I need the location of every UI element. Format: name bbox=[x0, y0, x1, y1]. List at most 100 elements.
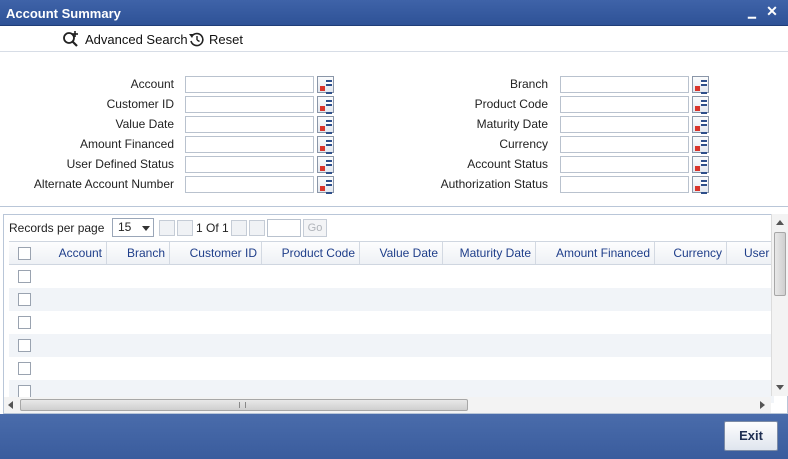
table-row[interactable] bbox=[9, 311, 774, 334]
alternate-account-number-input[interactable] bbox=[185, 176, 314, 193]
column-header-value-date[interactable]: Value Date bbox=[360, 242, 443, 264]
scroll-down-icon[interactable] bbox=[776, 385, 784, 390]
field-row-currency: Currency bbox=[340, 135, 548, 153]
account-status-lov-icon[interactable] bbox=[692, 156, 709, 174]
field-row-account-status: Account Status bbox=[340, 155, 548, 173]
column-header-product-code[interactable]: Product Code bbox=[262, 242, 360, 264]
customer-id-lov-icon[interactable] bbox=[317, 96, 334, 114]
table-row[interactable] bbox=[9, 357, 774, 380]
page-indicator: 1 Of 1 bbox=[196, 221, 229, 235]
field-label: Amount Financed bbox=[79, 137, 174, 151]
reset-button[interactable]: Reset bbox=[188, 30, 243, 48]
table-row[interactable] bbox=[9, 288, 774, 311]
account-status-input[interactable] bbox=[560, 156, 689, 173]
field-label: User Defined Status bbox=[66, 157, 174, 171]
field-label: Maturity Date bbox=[476, 117, 548, 131]
records-per-page-value: 15 bbox=[118, 220, 132, 234]
advanced-search-label: Advanced Search bbox=[85, 31, 188, 47]
page-number-input[interactable] bbox=[267, 219, 301, 237]
toolbar: Advanced Search Reset bbox=[0, 26, 788, 52]
table-row[interactable] bbox=[9, 265, 774, 288]
horizontal-scrollbar[interactable] bbox=[4, 397, 771, 413]
currency-lov-icon[interactable] bbox=[692, 136, 709, 154]
exit-button[interactable]: Exit bbox=[724, 421, 778, 451]
user-defined-status-input[interactable] bbox=[185, 156, 314, 173]
records-per-page-select[interactable]: 15 bbox=[112, 218, 154, 237]
row-checkbox[interactable] bbox=[18, 270, 31, 283]
select-all-checkbox[interactable] bbox=[18, 247, 31, 260]
column-header-user[interactable]: User bbox=[727, 242, 774, 264]
amount-financed-lov-icon[interactable] bbox=[317, 136, 334, 154]
undo-arrow-icon bbox=[188, 31, 204, 47]
next-page-button[interactable] bbox=[231, 220, 247, 236]
field-label: Currency bbox=[499, 137, 548, 151]
grip-icon bbox=[239, 402, 246, 408]
column-header-account[interactable]: Account bbox=[39, 242, 107, 264]
first-page-button[interactable] bbox=[159, 220, 175, 236]
previous-page-button[interactable] bbox=[177, 220, 193, 236]
field-label: Value Date bbox=[115, 117, 174, 131]
branch-lov-icon[interactable] bbox=[692, 76, 709, 94]
field-label: Authorization Status bbox=[440, 177, 548, 191]
field-label: Account bbox=[130, 77, 174, 91]
search-criteria-panel: Account Customer ID Value Date Amount Fi… bbox=[0, 52, 788, 207]
column-header-currency[interactable]: Currency bbox=[655, 242, 727, 264]
field-row-user-defined-status: User Defined Status bbox=[0, 155, 174, 173]
value-date-input[interactable] bbox=[185, 116, 314, 133]
product-code-input[interactable] bbox=[560, 96, 689, 113]
scroll-up-icon[interactable] bbox=[776, 220, 784, 225]
row-checkbox[interactable] bbox=[18, 362, 31, 375]
field-label: Account Status bbox=[467, 157, 548, 171]
close-icon: ✕ bbox=[766, 3, 778, 19]
customer-id-input[interactable] bbox=[185, 96, 314, 113]
field-label: Product Code bbox=[474, 97, 548, 111]
column-header-branch[interactable]: Branch bbox=[107, 242, 170, 264]
field-row-authorization-status: Authorization Status bbox=[340, 175, 548, 193]
row-checkbox[interactable] bbox=[18, 293, 31, 306]
field-row-product-code: Product Code bbox=[340, 95, 548, 113]
value-date-lov-icon[interactable] bbox=[317, 116, 334, 134]
authorization-status-lov-icon[interactable] bbox=[692, 176, 709, 194]
product-code-lov-icon[interactable] bbox=[692, 96, 709, 114]
column-header-amount-financed[interactable]: Amount Financed bbox=[536, 242, 655, 264]
table-row[interactable] bbox=[9, 334, 774, 357]
branch-input[interactable] bbox=[560, 76, 689, 93]
window-title: Account Summary bbox=[6, 6, 121, 21]
field-row-value-date: Value Date bbox=[0, 115, 174, 133]
table-header: Account Branch Customer ID Product Code … bbox=[9, 241, 774, 265]
advanced-search-button[interactable]: Advanced Search bbox=[62, 30, 188, 48]
scroll-right-icon[interactable] bbox=[760, 401, 765, 409]
vertical-scroll-thumb[interactable] bbox=[774, 232, 786, 296]
currency-input[interactable] bbox=[560, 136, 689, 153]
records-per-page-label: Records per page bbox=[9, 221, 105, 235]
account-lov-icon[interactable] bbox=[317, 76, 334, 94]
field-row-amount-financed: Amount Financed bbox=[0, 135, 174, 153]
horizontal-scroll-thumb[interactable] bbox=[20, 399, 468, 411]
field-label: Alternate Account Number bbox=[33, 177, 174, 191]
user-defined-status-lov-icon[interactable] bbox=[317, 156, 334, 174]
row-checkbox[interactable] bbox=[18, 316, 31, 329]
maturity-date-lov-icon[interactable] bbox=[692, 116, 709, 134]
scroll-left-icon[interactable] bbox=[8, 401, 13, 409]
amount-financed-input[interactable] bbox=[185, 136, 314, 153]
close-button[interactable]: ✕ bbox=[764, 3, 780, 21]
column-header-maturity-date[interactable]: Maturity Date bbox=[443, 242, 536, 264]
column-header-customer-id[interactable]: Customer ID bbox=[170, 242, 262, 264]
vertical-scrollbar[interactable] bbox=[771, 214, 788, 396]
footer-bar: Exit bbox=[0, 414, 788, 459]
go-button[interactable]: Go bbox=[303, 219, 327, 237]
alternate-account-number-lov-icon[interactable] bbox=[317, 176, 334, 194]
field-row-maturity-date: Maturity Date bbox=[340, 115, 548, 133]
account-input[interactable] bbox=[185, 76, 314, 93]
last-page-button[interactable] bbox=[249, 220, 265, 236]
reset-label: Reset bbox=[209, 31, 243, 47]
field-label: Customer ID bbox=[106, 97, 174, 111]
field-row-alternate-account-number: Alternate Account Number bbox=[0, 175, 174, 193]
chevron-down-icon bbox=[142, 226, 150, 231]
row-checkbox[interactable] bbox=[18, 339, 31, 352]
maturity-date-input[interactable] bbox=[560, 116, 689, 133]
minimize-button[interactable]: ▁ bbox=[744, 3, 760, 21]
field-row-customer-id: Customer ID bbox=[0, 95, 174, 113]
authorization-status-input[interactable] bbox=[560, 176, 689, 193]
field-row-branch: Branch bbox=[340, 75, 548, 93]
